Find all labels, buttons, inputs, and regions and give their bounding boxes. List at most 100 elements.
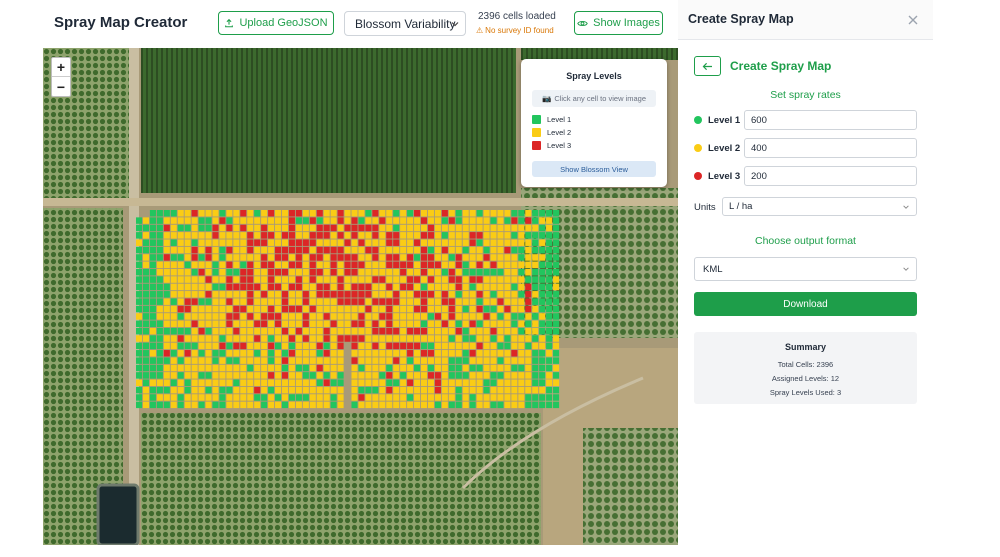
grid-cell[interactable] — [497, 350, 504, 357]
grid-cell[interactable] — [434, 232, 441, 239]
grid-cell[interactable] — [247, 350, 254, 357]
grid-cell[interactable] — [226, 313, 233, 320]
grid-cell[interactable] — [511, 254, 518, 261]
grid-cell[interactable] — [212, 276, 219, 283]
grid-cell[interactable] — [316, 364, 323, 372]
grid-cell[interactable] — [539, 224, 546, 232]
grid-cell[interactable] — [302, 254, 309, 261]
grid-cell[interactable] — [191, 379, 198, 386]
grid-cell[interactable] — [553, 246, 560, 254]
grid-cell[interactable] — [351, 342, 358, 350]
grid-cell[interactable] — [462, 217, 469, 224]
grid-cell[interactable] — [309, 232, 316, 239]
grid-cell[interactable] — [275, 261, 282, 269]
grid-cell[interactable] — [379, 268, 386, 276]
grid-cell[interactable] — [448, 291, 455, 298]
grid-cell[interactable] — [483, 379, 490, 386]
grid-cell[interactable] — [400, 357, 407, 364]
grid-cell[interactable] — [462, 372, 469, 379]
grid-cell[interactable] — [191, 254, 198, 261]
grid-cell[interactable] — [337, 239, 344, 246]
grid-cell[interactable] — [205, 298, 212, 305]
output-format-select[interactable]: KML — [694, 257, 917, 281]
grid-cell[interactable] — [427, 379, 434, 386]
grid-cell[interactable] — [240, 313, 247, 320]
grid-cell[interactable] — [414, 401, 421, 409]
grid-cell[interactable] — [518, 342, 525, 350]
grid-cell[interactable] — [483, 305, 490, 313]
grid-cell[interactable] — [372, 386, 379, 394]
grid-cell[interactable] — [212, 291, 219, 298]
grid-cell[interactable] — [156, 379, 163, 386]
grid-cell[interactable] — [414, 350, 421, 357]
grid-cell[interactable] — [504, 217, 511, 224]
grid-cell[interactable] — [351, 261, 358, 269]
grid-cell[interactable] — [469, 394, 476, 401]
grid-cell[interactable] — [330, 350, 337, 357]
grid-cell[interactable] — [441, 386, 448, 394]
grid-cell[interactable] — [247, 224, 254, 232]
grid-cell[interactable] — [295, 335, 302, 342]
grid-cell[interactable] — [483, 350, 490, 357]
grid-cell[interactable] — [275, 394, 282, 401]
grid-cell[interactable] — [365, 232, 372, 239]
grid-cell[interactable] — [156, 283, 163, 291]
grid-cell[interactable] — [414, 320, 421, 328]
grid-cell[interactable] — [198, 254, 205, 261]
grid-cell[interactable] — [525, 246, 532, 254]
grid-cell[interactable] — [295, 291, 302, 298]
grid-cell[interactable] — [546, 335, 553, 342]
grid-cell[interactable] — [149, 335, 156, 342]
grid-cell[interactable] — [414, 217, 421, 224]
grid-cell[interactable] — [511, 379, 518, 386]
grid-cell[interactable] — [553, 394, 560, 401]
grid-cell[interactable] — [316, 283, 323, 291]
grid-cell[interactable] — [191, 224, 198, 232]
grid-cell[interactable] — [546, 276, 553, 283]
grid-cell[interactable] — [532, 342, 539, 350]
grid-cell[interactable] — [525, 224, 532, 232]
grid-cell[interactable] — [525, 261, 532, 269]
grid-cell[interactable] — [184, 394, 191, 401]
grid-cell[interactable] — [448, 298, 455, 305]
grid-cell[interactable] — [441, 357, 448, 364]
grid-cell[interactable] — [553, 210, 560, 217]
grid-cell[interactable] — [448, 254, 455, 261]
grid-cell[interactable] — [198, 239, 205, 246]
grid-cell[interactable] — [149, 379, 156, 386]
grid-cell[interactable] — [191, 283, 198, 291]
grid-cell[interactable] — [546, 261, 553, 269]
grid-cell[interactable] — [323, 327, 330, 335]
grid-cell[interactable] — [295, 401, 302, 409]
grid-cell[interactable] — [511, 327, 518, 335]
grid-cell[interactable] — [414, 268, 421, 276]
grid-cell[interactable] — [205, 386, 212, 394]
grid-cell[interactable] — [400, 232, 407, 239]
grid-cell[interactable] — [393, 372, 400, 379]
grid-cell[interactable] — [434, 261, 441, 269]
grid-cell[interactable] — [434, 268, 441, 276]
grid-cell[interactable] — [462, 254, 469, 261]
grid-cell[interactable] — [302, 217, 309, 224]
grid-cell[interactable] — [455, 386, 462, 394]
grid-cell[interactable] — [434, 342, 441, 350]
grid-cell[interactable] — [226, 320, 233, 328]
grid-cell[interactable] — [316, 217, 323, 224]
grid-cell[interactable] — [295, 394, 302, 401]
grid-cell[interactable] — [254, 342, 261, 350]
grid-cell[interactable] — [434, 335, 441, 342]
grid-cell[interactable] — [525, 401, 532, 409]
grid-cell[interactable] — [386, 224, 393, 232]
grid-cell[interactable] — [525, 268, 532, 276]
grid-cell[interactable] — [163, 379, 170, 386]
grid-cell[interactable] — [393, 239, 400, 246]
grid-cell[interactable] — [247, 276, 254, 283]
grid-cell[interactable] — [191, 305, 198, 313]
grid-cell[interactable] — [136, 291, 143, 298]
grid-cell[interactable] — [337, 283, 344, 291]
grid-cell[interactable] — [309, 239, 316, 246]
grid-cell[interactable] — [462, 283, 469, 291]
grid-cell[interactable] — [525, 291, 532, 298]
grid-cell[interactable] — [441, 305, 448, 313]
grid-cell[interactable] — [323, 276, 330, 283]
